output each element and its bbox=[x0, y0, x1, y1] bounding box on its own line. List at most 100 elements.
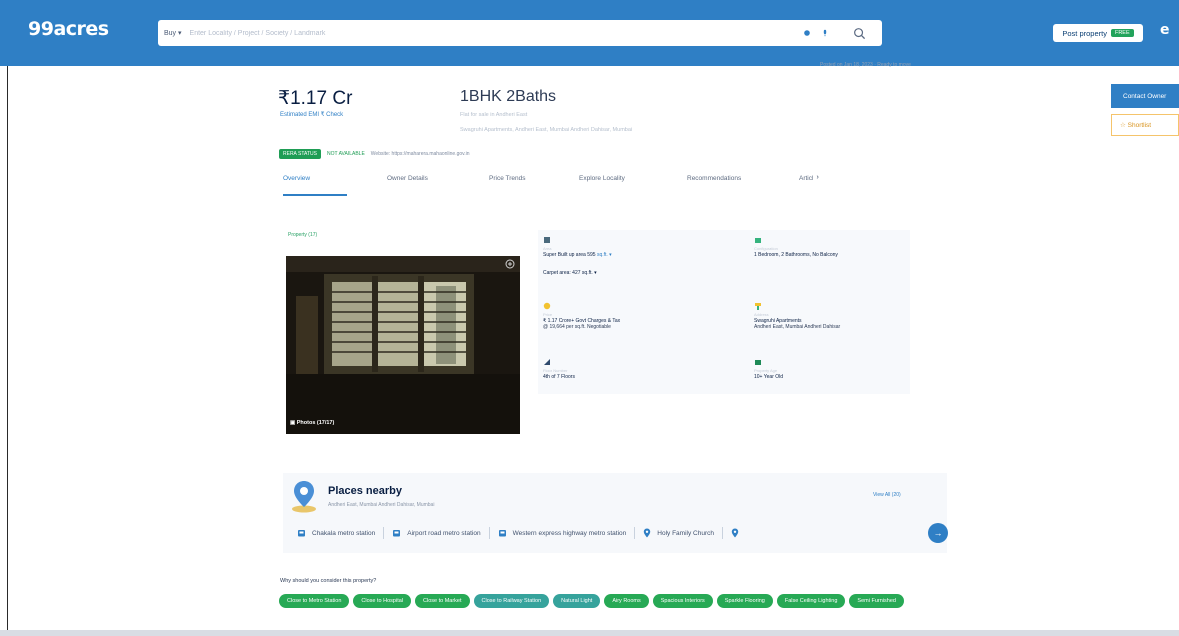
tab-price-trends[interactable]: Price Trends bbox=[489, 168, 579, 196]
place-separator bbox=[488, 527, 490, 539]
property-age-label: Property Age bbox=[754, 368, 778, 373]
tab-overview[interactable]: Overview bbox=[283, 168, 347, 196]
place-separator bbox=[634, 527, 636, 539]
property-age-value: 10+ Year Old bbox=[754, 374, 784, 380]
detail-property-age: Property Age 10+ Year Old bbox=[754, 358, 783, 380]
tabs-scroll-right-icon[interactable]: › bbox=[816, 168, 818, 181]
highlight-chip[interactable]: Close to Market bbox=[415, 594, 470, 608]
rera-status-badge: RERA STATUS bbox=[279, 149, 321, 159]
emi-link[interactable]: Estimated EMI ₹ Check bbox=[280, 111, 343, 118]
microphone-icon[interactable] bbox=[821, 29, 829, 37]
detail-address: Address Swagruhi Apartments Andheri East… bbox=[754, 302, 840, 330]
area-label: Area bbox=[543, 246, 552, 251]
tab-spacer bbox=[347, 168, 387, 196]
highlight-chip[interactable]: Airy Rooms bbox=[604, 594, 649, 608]
metro-icon bbox=[498, 529, 506, 536]
metro-icon bbox=[298, 529, 305, 536]
metro-icon bbox=[393, 529, 401, 536]
highlights-chip-list: Close to Metro Station Close to Hospital… bbox=[279, 594, 919, 608]
detail-price: Price ₹ 1.17 Crore+ Govt Charges & Tax @… bbox=[543, 302, 620, 330]
property-address-line: Swagruhi Apartments, Andheri East, Mumba… bbox=[460, 127, 633, 133]
area-unit-dropdown[interactable]: sq.ft. ▾ bbox=[597, 252, 612, 258]
nearby-place-name: Holy Family Church bbox=[657, 529, 714, 537]
nearby-places-list: Chakala metro station Airport road metro… bbox=[297, 527, 739, 539]
property-photo[interactable] bbox=[286, 256, 520, 434]
highlight-chip[interactable]: Close to Hospital bbox=[353, 594, 411, 608]
property-details-panel: Area Super Built up area 595 sq.ft. ▾ Ca… bbox=[538, 230, 910, 394]
search-icon[interactable] bbox=[853, 27, 866, 40]
nearby-place-item[interactable]: Holy Family Church bbox=[643, 528, 714, 538]
highlight-chip[interactable]: Close to Railway Station bbox=[473, 594, 550, 608]
highlight-chip[interactable]: Natural Light bbox=[553, 594, 601, 608]
property-price: ₹1.17 Cr bbox=[278, 88, 353, 109]
bottom-scroll-edge bbox=[0, 630, 1179, 636]
nearby-place-item[interactable]: Airport road metro station bbox=[392, 529, 481, 538]
post-property-button[interactable]: Post property FREE bbox=[1053, 24, 1143, 42]
contact-owner-button[interactable]: Contact Owner bbox=[1111, 84, 1179, 108]
section-tabs: Overview Owner Details Price Trends Expl… bbox=[283, 168, 819, 196]
address-locality: Andheri East, Mumbai Andheri Dahisar bbox=[754, 324, 841, 330]
tab-recommendations[interactable]: Recommendations bbox=[687, 168, 799, 196]
place-separator bbox=[383, 527, 385, 539]
free-badge: FREE bbox=[1110, 29, 1134, 37]
location-pin-icon[interactable] bbox=[731, 528, 739, 538]
property-title: 1BHK 2Baths bbox=[460, 88, 557, 105]
chevron-right-icon: → bbox=[933, 528, 943, 538]
nearby-place-item[interactable]: Western express highway metro station bbox=[498, 529, 627, 538]
price-per-sqft: @ 19,664 per sq.ft. Negotiable bbox=[543, 324, 611, 330]
map-pin-icon bbox=[292, 481, 316, 513]
nearby-place-item[interactable]: Chakala metro station bbox=[297, 529, 375, 538]
property-subtitle: Flat for sale in Andheri East bbox=[460, 112, 528, 118]
detail-floor: Floor Number 4th of 7 Floors bbox=[543, 358, 575, 380]
rera-availability: NOT AVAILABLE bbox=[327, 151, 365, 157]
search-bar[interactable]: Buy ▾ bbox=[158, 20, 882, 46]
room-window-photo bbox=[286, 256, 520, 434]
calendar-icon bbox=[755, 360, 761, 365]
area-icon bbox=[544, 237, 550, 243]
why-consider-title: Why should you consider this property? bbox=[280, 578, 377, 584]
shortlist-button[interactable]: ☆ Shortlist bbox=[1111, 114, 1179, 136]
places-nearby-subtitle: Andheri East, Mumbai Andheri Dahisar, Mu… bbox=[328, 502, 435, 508]
photo-count-text: Photos (17/17) bbox=[296, 420, 335, 426]
detail-configuration: Configuration 1 Bedroom, 2 Bathrooms, No… bbox=[754, 236, 838, 258]
detail-area: Area Super Built up area 595 sq.ft. ▾ bbox=[543, 236, 612, 258]
highlight-chip[interactable]: Sparkle Flooring bbox=[716, 594, 773, 608]
photo-count-label[interactable]: ▣ Photos (17/17) bbox=[290, 420, 334, 426]
tab-owner-details[interactable]: Owner Details bbox=[387, 168, 489, 196]
page-edge-divider bbox=[7, 66, 8, 636]
highlight-chip[interactable]: False Ceiling Lighting bbox=[776, 594, 846, 608]
nearby-place-name: Airport road metro station bbox=[407, 529, 481, 537]
building-icon bbox=[755, 303, 761, 310]
top-navigation-bar: 99acres Buy ▾ Post property FREE e bbox=[0, 0, 1179, 66]
location-target-icon[interactable] bbox=[803, 29, 811, 37]
bed-icon bbox=[755, 238, 761, 243]
gallery-label: Property (17) bbox=[288, 232, 318, 238]
highlight-chip[interactable]: Semi Furnished bbox=[849, 594, 904, 608]
rera-status-row: RERA STATUS NOT AVAILABLE Website: https… bbox=[279, 149, 470, 159]
nearby-place-name: Western express highway metro station bbox=[512, 529, 627, 537]
detail-carpet-area[interactable]: Carpet area: 427 sq.ft. ▾ bbox=[543, 270, 597, 276]
area-value: Super Built up area 595 bbox=[543, 252, 596, 258]
buy-dropdown[interactable]: Buy ▾ bbox=[164, 29, 182, 37]
photo-icon: ▣ bbox=[290, 420, 297, 426]
view-all-places-link[interactable]: View All (20) bbox=[873, 492, 901, 498]
floor-label: Floor Number bbox=[543, 368, 568, 373]
highlight-chip[interactable]: Spacious Interiors bbox=[652, 594, 713, 608]
address-label: Address bbox=[754, 312, 769, 317]
tab-articles[interactable]: Articl bbox=[799, 168, 813, 196]
places-next-button[interactable]: → bbox=[928, 523, 948, 543]
search-input[interactable] bbox=[189, 29, 793, 37]
price-tag-icon bbox=[543, 302, 551, 310]
nearby-place-name: Chakala metro station bbox=[312, 529, 376, 537]
posted-date: Posted on Jan 18, 2023 · Ready to move bbox=[820, 62, 911, 68]
brand-logo[interactable]: 99acres bbox=[28, 18, 109, 40]
places-nearby-title: Places nearby bbox=[328, 485, 402, 497]
profile-icon[interactable]: e bbox=[1160, 22, 1170, 38]
location-pin-icon bbox=[644, 528, 651, 538]
configuration-label: Configuration bbox=[754, 246, 778, 251]
tab-explore-locality[interactable]: Explore Locality bbox=[579, 168, 687, 196]
zoom-icon[interactable] bbox=[505, 259, 515, 269]
rera-website-link[interactable]: Website: https://maharera.mahaonline.gov… bbox=[371, 151, 470, 157]
stairs-icon bbox=[544, 359, 550, 365]
highlight-chip[interactable]: Close to Metro Station bbox=[279, 594, 350, 608]
